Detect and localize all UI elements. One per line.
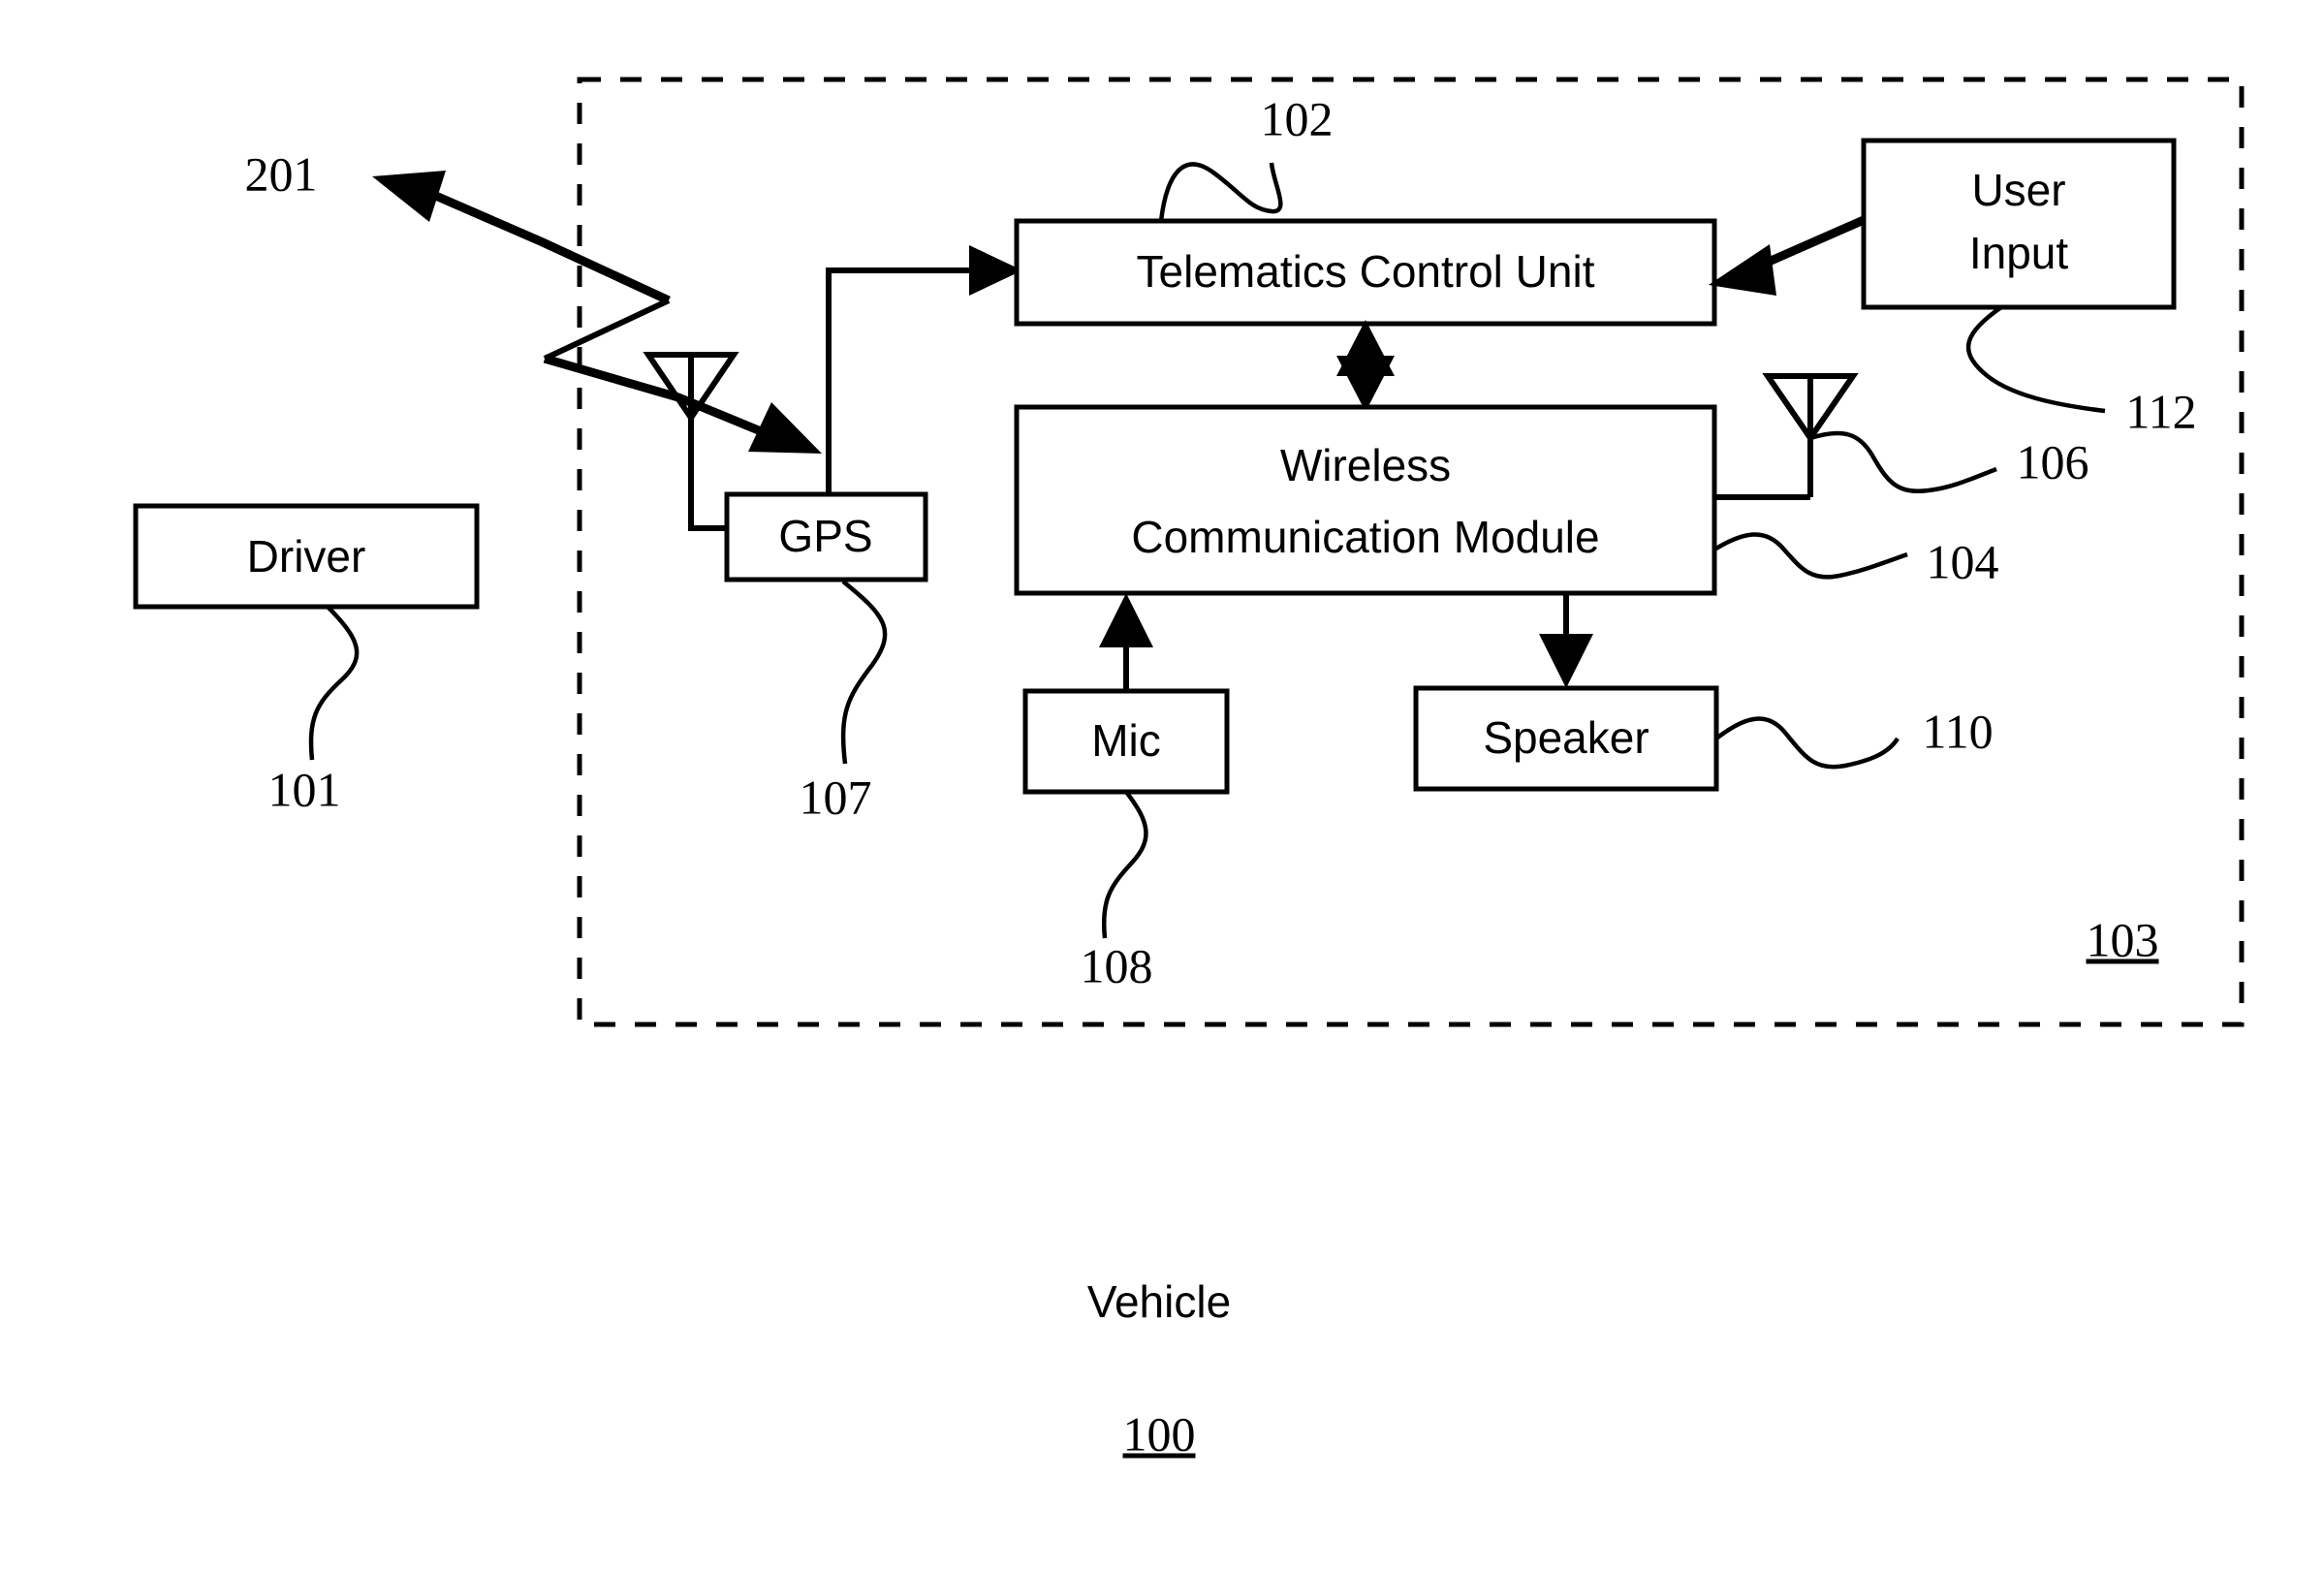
user-input-label-line2: Input (1969, 228, 2069, 278)
gps-label: GPS (778, 511, 872, 561)
tcu-ref-number: 102 (1261, 91, 1334, 145)
wireless-link-zigzag (372, 171, 822, 454)
driver-ref-number: 101 (268, 762, 341, 816)
telematics-control-unit-label: Telematics Control Unit (1137, 246, 1595, 297)
user-input-to-tcu-arrowhead (1709, 244, 1776, 296)
wcm-label-line1: Wireless (1280, 440, 1451, 490)
driver-label: Driver (247, 531, 366, 582)
wcm-leader-line (1712, 532, 1908, 580)
diagram-canvas: GPS 107 Telematics Control Unit 102 User… (133, 77, 2245, 1461)
gps-to-tcu-link (826, 267, 987, 494)
wcm-label-line2: Communication Module (1131, 512, 1599, 562)
wireless-link-ref-number: 201 (245, 146, 318, 201)
module-antenna-ref-number: 106 (2017, 434, 2089, 488)
speaker-leader-line (1714, 716, 1900, 770)
speaker-ref-number: 110 (1922, 704, 1993, 758)
wcm-ref-number: 104 (1927, 534, 1999, 588)
gps-leader-line (840, 580, 888, 765)
wireless-communication-module-box[interactable] (1014, 404, 1717, 596)
mic-to-wcm-arrowhead (1099, 593, 1153, 647)
mic-ref-number: 108 (1081, 938, 1153, 992)
tcu-leader-line (1158, 162, 1283, 222)
speaker-label: Speaker (1483, 712, 1649, 763)
user-input-ref-number: 112 (2125, 384, 2196, 438)
driver-leader-line (308, 605, 360, 761)
gps-ref-number: 107 (800, 770, 872, 824)
figure-caption: Vehicle (1087, 1276, 1231, 1327)
vehicle-interior-ref-number: 103 (2087, 912, 2159, 966)
figure-number: 100 (1123, 1406, 1196, 1461)
mic-label: Mic (1091, 715, 1161, 766)
user-input-leader-line (1965, 305, 2106, 414)
wcm-to-speaker-arrowhead (1539, 634, 1593, 688)
tcu-wcm-bidirectional-link (1336, 320, 1395, 412)
mic-leader-line (1101, 790, 1148, 939)
antenna-to-gps-link (688, 418, 729, 531)
user-input-label-line1: User (1971, 165, 2065, 215)
patent-figure: GPS 107 Telematics Control Unit 102 User… (0, 0, 2324, 1573)
module-antenna-leader-line (1809, 430, 1997, 493)
